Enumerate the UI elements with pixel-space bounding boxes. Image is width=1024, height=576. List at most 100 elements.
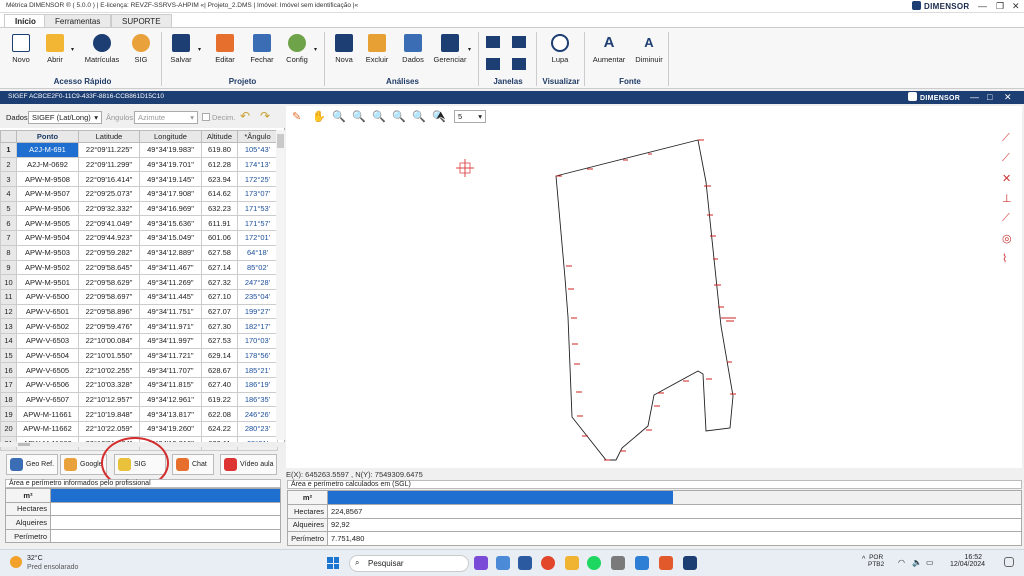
ponto-cell[interactable]: APW-V-6504 [16, 347, 79, 364]
angulo-cell[interactable]: 64°18' [237, 244, 278, 261]
ponto-cell[interactable]: A2J-M-691 [16, 142, 79, 158]
ponto-cell[interactable]: APW-V-6503 [16, 332, 79, 349]
longitude-cell[interactable]: 49°34'15.049" [139, 230, 202, 246]
measure-icon[interactable]: ⟋ [1002, 212, 1018, 232]
row-index[interactable]: 14 [0, 332, 17, 349]
decim-checkbox[interactable] [202, 113, 210, 121]
row-index[interactable]: 6 [0, 215, 17, 232]
table-row[interactable]: 3 APW-M-9508 22°09'16.414" 49°34'19.145" 623… [0, 171, 278, 188]
janela-cascade-icon[interactable] [486, 36, 500, 48]
longitude-cell[interactable]: 49°34'19.983" [139, 142, 202, 158]
lupa-button[interactable]: Lupa [545, 32, 575, 74]
hand-pan-icon[interactable]: ✋ [312, 110, 326, 124]
angulo-cell[interactable]: 171°53' [237, 200, 278, 217]
col-latitude[interactable]: Latitude [78, 130, 140, 143]
ponto-cell[interactable]: APW-V-6502 [16, 318, 79, 334]
tab-ferramentas[interactable]: Ferramentas [44, 14, 112, 27]
altitude-cell[interactable]: 627.10 [201, 288, 238, 305]
angulo-cell[interactable]: 174°13' [237, 156, 278, 173]
ponto-cell[interactable]: APW-M-9504 [16, 230, 79, 246]
row-index[interactable]: 8 [0, 244, 17, 261]
app-icon-5[interactable] [659, 556, 673, 570]
table-row[interactable]: 7 APW-M-9504 22°09'44.923" 49°34'15.049" 601… [0, 230, 278, 246]
chat-button[interactable]: Chat [172, 454, 214, 475]
row-index[interactable]: 15 [0, 347, 17, 364]
latitude-cell[interactable]: 22°09'41.049" [78, 215, 140, 232]
app-icon-3[interactable] [611, 556, 625, 570]
table-row[interactable]: 5 APW-M-9506 22°09'32.332" 49°34'16.969" 632… [0, 200, 278, 217]
altitude-cell[interactable]: 622.08 [201, 406, 238, 423]
table-row[interactable]: 6 APW-M-9505 22°09'41.049" 49°34'15.636" 611… [0, 215, 278, 232]
zoom-select[interactable]: 5 ▾ [454, 110, 486, 123]
latitude-cell[interactable]: 22°09'59.282" [78, 244, 140, 261]
zoom-extents-icon[interactable]: 🔍 [352, 110, 366, 124]
ponto-cell[interactable]: APW-V-6506 [16, 377, 79, 393]
ponto-cell[interactable]: APW-V-6500 [16, 288, 79, 305]
altitude-cell[interactable]: 627.32 [201, 274, 238, 290]
angulo-cell[interactable]: 172°01' [237, 230, 278, 246]
weather-icon[interactable] [10, 556, 22, 568]
app-icon-1[interactable] [474, 556, 488, 570]
latitude-cell[interactable]: 22°09'58.697" [78, 288, 140, 305]
table-row[interactable]: 8 APW-M-9503 22°09'59.282" 49°34'12.889" 627… [0, 244, 278, 261]
latitude-cell[interactable]: 22°09'58.896" [78, 303, 140, 320]
wifi-icon[interactable]: ◠ [898, 558, 905, 567]
angulo-cell[interactable]: 185°21' [237, 362, 278, 378]
ponto-cell[interactable]: A2J-M-0692 [16, 156, 79, 173]
map-canvas[interactable] [286, 106, 1022, 468]
angulo-cell[interactable]: 182°17' [237, 318, 278, 334]
config-button[interactable]: Config [282, 32, 312, 74]
longitude-cell[interactable]: 49°34'19.701" [139, 156, 202, 173]
novo-button[interactable]: Novo [6, 32, 36, 74]
volume-icon[interactable]: 🔈 [912, 558, 922, 567]
circle-icon[interactable]: ◎ [1002, 232, 1018, 252]
row-index[interactable]: 19 [0, 406, 17, 423]
longitude-cell[interactable]: 49°34'19.260" [139, 421, 202, 437]
row-index[interactable]: 2 [0, 156, 17, 173]
gerenciar-button[interactable]: Gerenciar [434, 32, 466, 74]
latitude-cell[interactable]: 22°10'19.848" [78, 406, 140, 423]
excluir-button[interactable]: Excluir [362, 32, 392, 74]
table-row[interactable]: 20 APW-M-11662 22°10'22.059" 49°34'19.260" 6… [0, 421, 278, 437]
angulo-cell[interactable]: 172°25' [237, 171, 278, 188]
table-row[interactable]: 19 APW-M-11661 22°10'19.848" 49°34'13.817" 6… [0, 406, 278, 423]
fechar-button[interactable]: Fechar [247, 32, 277, 74]
sub-maximize-icon[interactable]: □ [987, 92, 992, 102]
app-icon-2[interactable] [518, 556, 532, 570]
latitude-cell[interactable]: 22°09'25.073" [78, 186, 140, 202]
row-index[interactable]: 9 [0, 259, 17, 276]
longitude-cell[interactable]: 49°34'19.145" [139, 171, 202, 188]
spotify-icon[interactable] [587, 556, 601, 570]
longitude-cell[interactable]: 49°34'15.636" [139, 215, 202, 232]
geo-ref-button[interactable]: Geo Ref. [6, 454, 59, 475]
longitude-cell[interactable]: 49°34'13.817" [139, 406, 202, 423]
row-index[interactable]: 16 [0, 362, 17, 378]
zoom-out-icon[interactable]: 🔍 [392, 110, 406, 124]
altitude-cell[interactable]: 614.62 [201, 186, 238, 202]
longitude-cell[interactable]: 49°34'17.908" [139, 186, 202, 202]
angulo-cell[interactable]: 246°26' [237, 406, 278, 423]
ponto-cell[interactable]: APW-V-6501 [16, 303, 79, 320]
altitude-cell[interactable]: 623.94 [201, 171, 238, 188]
latitude-cell[interactable]: 22°10'12.957" [78, 391, 140, 408]
latitude-cell[interactable]: 22°09'11.299" [78, 156, 140, 173]
search-box[interactable]: Pesquisar [349, 555, 469, 572]
perimetro-value[interactable] [50, 528, 281, 544]
draw-segment-icon[interactable]: ⟋ [1002, 152, 1018, 172]
pencil-icon[interactable]: ✎ [292, 110, 306, 124]
parcel-polygon[interactable] [555, 139, 734, 461]
table-row[interactable]: 17 APW-V-6506 22°10'03.328" 49°34'11.815" 62… [0, 377, 278, 393]
angulo-cell[interactable]: 247°28' [237, 274, 278, 290]
latitude-cell[interactable]: 22°10'01.550" [78, 347, 140, 364]
table-row[interactable]: 2 A2J-M-0692 22°09'11.299" 49°34'19.701" 612… [0, 156, 278, 173]
matriculas-button[interactable]: Matrículas [85, 32, 119, 74]
altitude-cell[interactable]: 612.28 [201, 156, 238, 173]
salvar-dropdown-icon[interactable]: ▾ [198, 46, 201, 53]
altitude-cell[interactable]: 611.91 [201, 215, 238, 232]
dados-select[interactable]: SIGEF (Lat/Long) ▾ [28, 111, 102, 124]
dados-button[interactable]: Dados [398, 32, 428, 74]
latitude-cell[interactable]: 22°09'32.332" [78, 200, 140, 217]
janela-vertical-icon[interactable] [486, 58, 500, 70]
latitude-cell[interactable]: 22°09'44.923" [78, 230, 140, 246]
longitude-cell[interactable]: 49°34'11.445" [139, 288, 202, 305]
